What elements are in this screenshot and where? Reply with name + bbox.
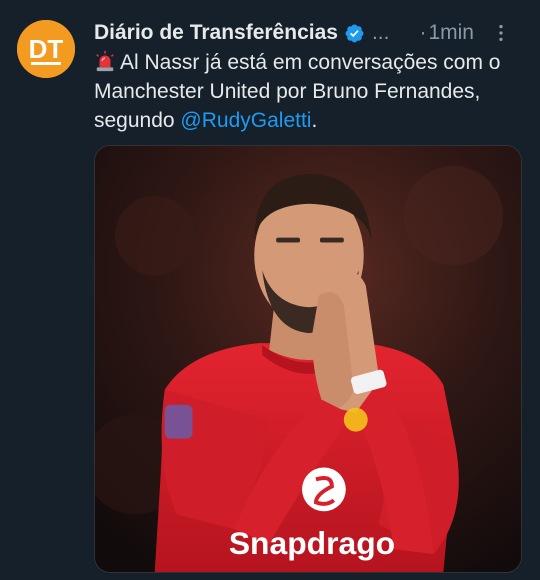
player-photo: Snapdrago: [95, 146, 521, 572]
verified-badge-icon: [345, 24, 364, 42]
avatar-logo: DT: [17, 20, 75, 78]
author-handle[interactable]: ...: [372, 21, 390, 45]
tweet-text: Al Nassr já está em conversações com o M…: [94, 48, 534, 135]
shirt-sponsor-text: Snapdrago: [229, 525, 395, 561]
tweet-body-end: .: [311, 109, 318, 132]
timestamp[interactable]: 1min: [428, 21, 474, 45]
tweet-card[interactable]: DT Diário de Transferências ... · 1min A…: [0, 0, 540, 580]
tweet-header: Diário de Transferências ... · 1min: [94, 19, 528, 47]
avatar-logo-text: DT: [29, 34, 64, 64]
more-options-icon[interactable]: [490, 22, 512, 44]
tweet-image[interactable]: Snapdrago: [94, 145, 522, 573]
mention-link[interactable]: @RudyGaletti: [180, 109, 311, 132]
avatar[interactable]: DT: [17, 20, 75, 78]
time-separator: ·: [419, 21, 427, 44]
author-name[interactable]: Diário de Transferências: [94, 21, 338, 45]
siren-emoji-icon: [96, 50, 114, 72]
